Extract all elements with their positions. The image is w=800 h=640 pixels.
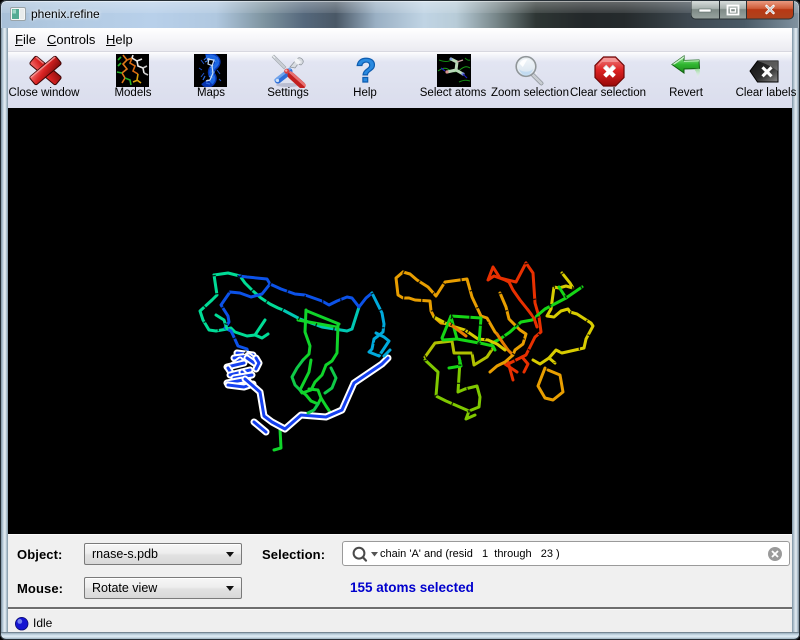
svg-text:?: ? [356, 54, 377, 88]
